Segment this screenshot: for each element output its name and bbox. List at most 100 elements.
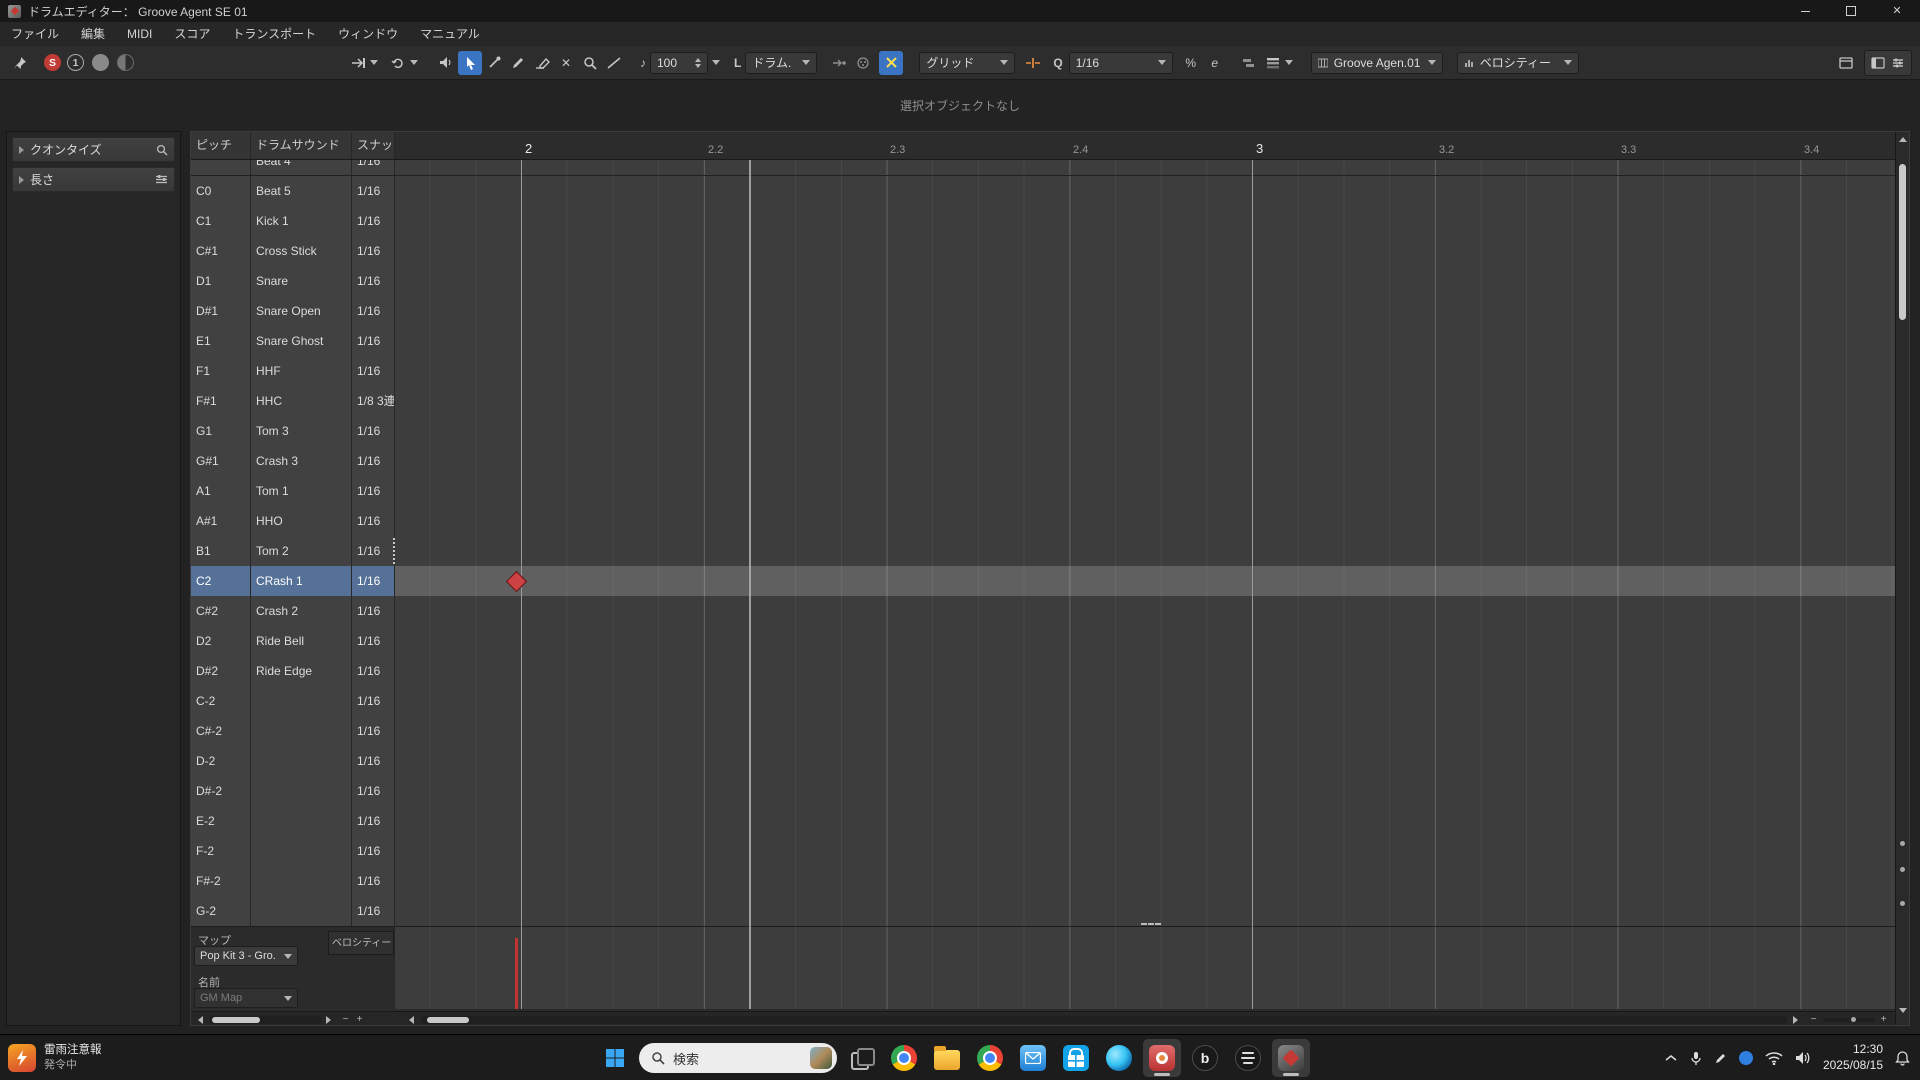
lanes-dropdown-icon[interactable] [1284,60,1293,65]
file-explorer-icon[interactable] [928,1039,966,1077]
pitch-cell[interactable]: A#1 [191,506,251,536]
close-button[interactable]: ✕ [1874,0,1920,22]
drum-row-D#-2[interactable]: D#-2 1/16 [191,776,1897,806]
step-input-icon[interactable] [827,51,851,75]
grid-row[interactable] [395,776,1897,806]
velocity-dropdown-icon[interactable] [712,60,720,65]
grid-row[interactable] [395,806,1897,836]
hzoom-slider[interactable] [1823,1017,1875,1022]
pitch-cell[interactable]: D#-2 [191,776,251,806]
sound-cell[interactable]: Ride Edge [251,656,352,686]
grid-row[interactable] [395,386,1897,416]
grid-row[interactable] [395,566,1897,596]
part-edit-mode-icon[interactable] [1237,51,1261,75]
snap-cell[interactable]: 1/16 [352,296,395,326]
snap-cell[interactable]: 1/16 [352,836,395,866]
drum-row-G-2[interactable]: G-2 1/16 [191,896,1897,926]
name-select[interactable]: GM Map [194,988,298,1008]
controller-lane-field[interactable]: ベロシティー [1456,51,1579,74]
grid-row[interactable] [395,896,1897,926]
drum-row-B1[interactable]: B1 Tom 2 1/16 [191,536,1897,566]
chrome-icon[interactable] [885,1039,923,1077]
widgets-weather[interactable]: 雷雨注意報 発令中 [8,1035,102,1080]
chevron-up-icon[interactable] [1664,1054,1678,1062]
menu-item-編集[interactable]: 編集 [70,22,116,46]
pitch-cell[interactable]: G-2 [191,896,251,926]
list-scroll-thumb[interactable] [212,1017,260,1023]
pitch-cell[interactable]: F#1 [191,386,251,416]
snap-cell[interactable]: 1/16 [352,160,395,175]
pen-icon[interactable] [1714,1052,1727,1065]
swing-icon[interactable]: % [1179,51,1203,75]
sound-cell[interactable]: Tom 1 [251,476,352,506]
drum-row-A#1[interactable]: A#1 HHO 1/16 [191,506,1897,536]
timeline-ruler[interactable]: 2 2.2 2.3 2.4 3 3.2 3.3 3.4 [395,132,1897,159]
audition-speaker-icon[interactable] [434,51,458,75]
snap-cell[interactable]: 1/16 [352,626,395,656]
pitch-cell[interactable]: E1 [191,326,251,356]
snap-cell[interactable]: 1/16 [352,206,395,236]
pitch-cell[interactable]: F#-2 [191,866,251,896]
sound-cell[interactable]: Snare Ghost [251,326,352,356]
minimize-button[interactable] [1782,0,1828,22]
pitch-cell[interactable]: C0 [191,176,251,206]
snap-cell[interactable]: 1/16 [352,326,395,356]
hzoom-slider-thumb[interactable] [1851,1017,1856,1022]
autoscroll-dropdown-icon[interactable] [370,60,378,65]
list-zoom-in-icon[interactable]: + [353,1014,366,1025]
erase-tool[interactable] [530,51,554,75]
sound-cell[interactable]: Ride Bell [251,626,352,656]
pitch-cell[interactable]: C#1 [191,236,251,266]
drum-row-C#-2[interactable]: C#-2 1/16 [191,716,1897,746]
velocity-spinner[interactable] [695,57,701,68]
drum-row-D#2[interactable]: D#2 Ride Edge 1/16 [191,656,1897,686]
snap-icon[interactable] [1021,51,1045,75]
pitch-cell[interactable]: C#2 [191,596,251,626]
menu-item-MIDI[interactable]: MIDI [116,22,163,46]
grid-row[interactable] [395,866,1897,896]
list-zoom-out-icon[interactable]: − [339,1014,352,1025]
menu-item-ファイル[interactable]: ファイル [0,22,70,46]
snap-cell[interactable]: 1/16 [352,536,395,566]
loop-icon[interactable] [386,51,410,75]
store-icon[interactable] [1057,1039,1095,1077]
object-selection-tool[interactable] [458,50,482,75]
pitch-cell[interactable] [191,160,251,175]
taskbar-clock[interactable]: 12:30 2025/08/15 [1823,1042,1883,1073]
grid-row[interactable] [395,686,1897,716]
notification-bell-icon[interactable] [1895,1050,1910,1066]
part-selector-field[interactable]: Groove Agen.01 [1310,51,1443,74]
velocity-field[interactable]: 100 [650,51,708,74]
snap-cell[interactable]: 1/16 [352,866,395,896]
grid-row[interactable] [395,326,1897,356]
snap-cell[interactable]: 1/16 [352,416,395,446]
sound-cell[interactable] [251,806,352,836]
drum-row-C2[interactable]: C2 CRash 1 1/16 [191,566,1897,596]
vertical-scroll-thumb[interactable] [1899,164,1906,320]
drum-row-F#-2[interactable]: F#-2 1/16 [191,866,1897,896]
sound-cell[interactable]: Beat 4 [251,160,352,175]
edge-icon[interactable] [1100,1039,1138,1077]
grid-row[interactable] [395,746,1897,776]
grid-row[interactable] [395,536,1897,566]
pitch-cell[interactable]: D#2 [191,656,251,686]
velocity-bar[interactable] [515,938,518,1009]
drum-row-G1[interactable]: G1 Tom 3 1/16 [191,416,1897,446]
mail-icon[interactable] [1014,1039,1052,1077]
quantize-edit-icon[interactable]: e [1203,51,1227,75]
drum-row-D2[interactable]: D2 Ride Bell 1/16 [191,626,1897,656]
controller-lane-label[interactable]: ベロシティー [328,931,394,955]
drum-map-select[interactable]: Pop Kit 3 - Gro. [194,946,298,966]
grid-type-field[interactable]: グリッド [919,51,1016,74]
midi-input-icon[interactable] [851,51,875,75]
drum-row-E1[interactable]: E1 Snare Ghost 1/16 [191,326,1897,356]
grid-row[interactable] [395,836,1897,866]
snap-cell[interactable]: 1/16 [352,236,395,266]
menu-item-マニュアル[interactable]: マニュアル [409,22,491,46]
grid-row[interactable] [395,176,1897,206]
sound-cell[interactable]: Crash 2 [251,596,352,626]
zoom-tool[interactable] [578,51,602,75]
grid-row[interactable] [395,716,1897,746]
drum-row-C#2[interactable]: C#2 Crash 2 1/16 [191,596,1897,626]
pitch-cell[interactable]: A1 [191,476,251,506]
